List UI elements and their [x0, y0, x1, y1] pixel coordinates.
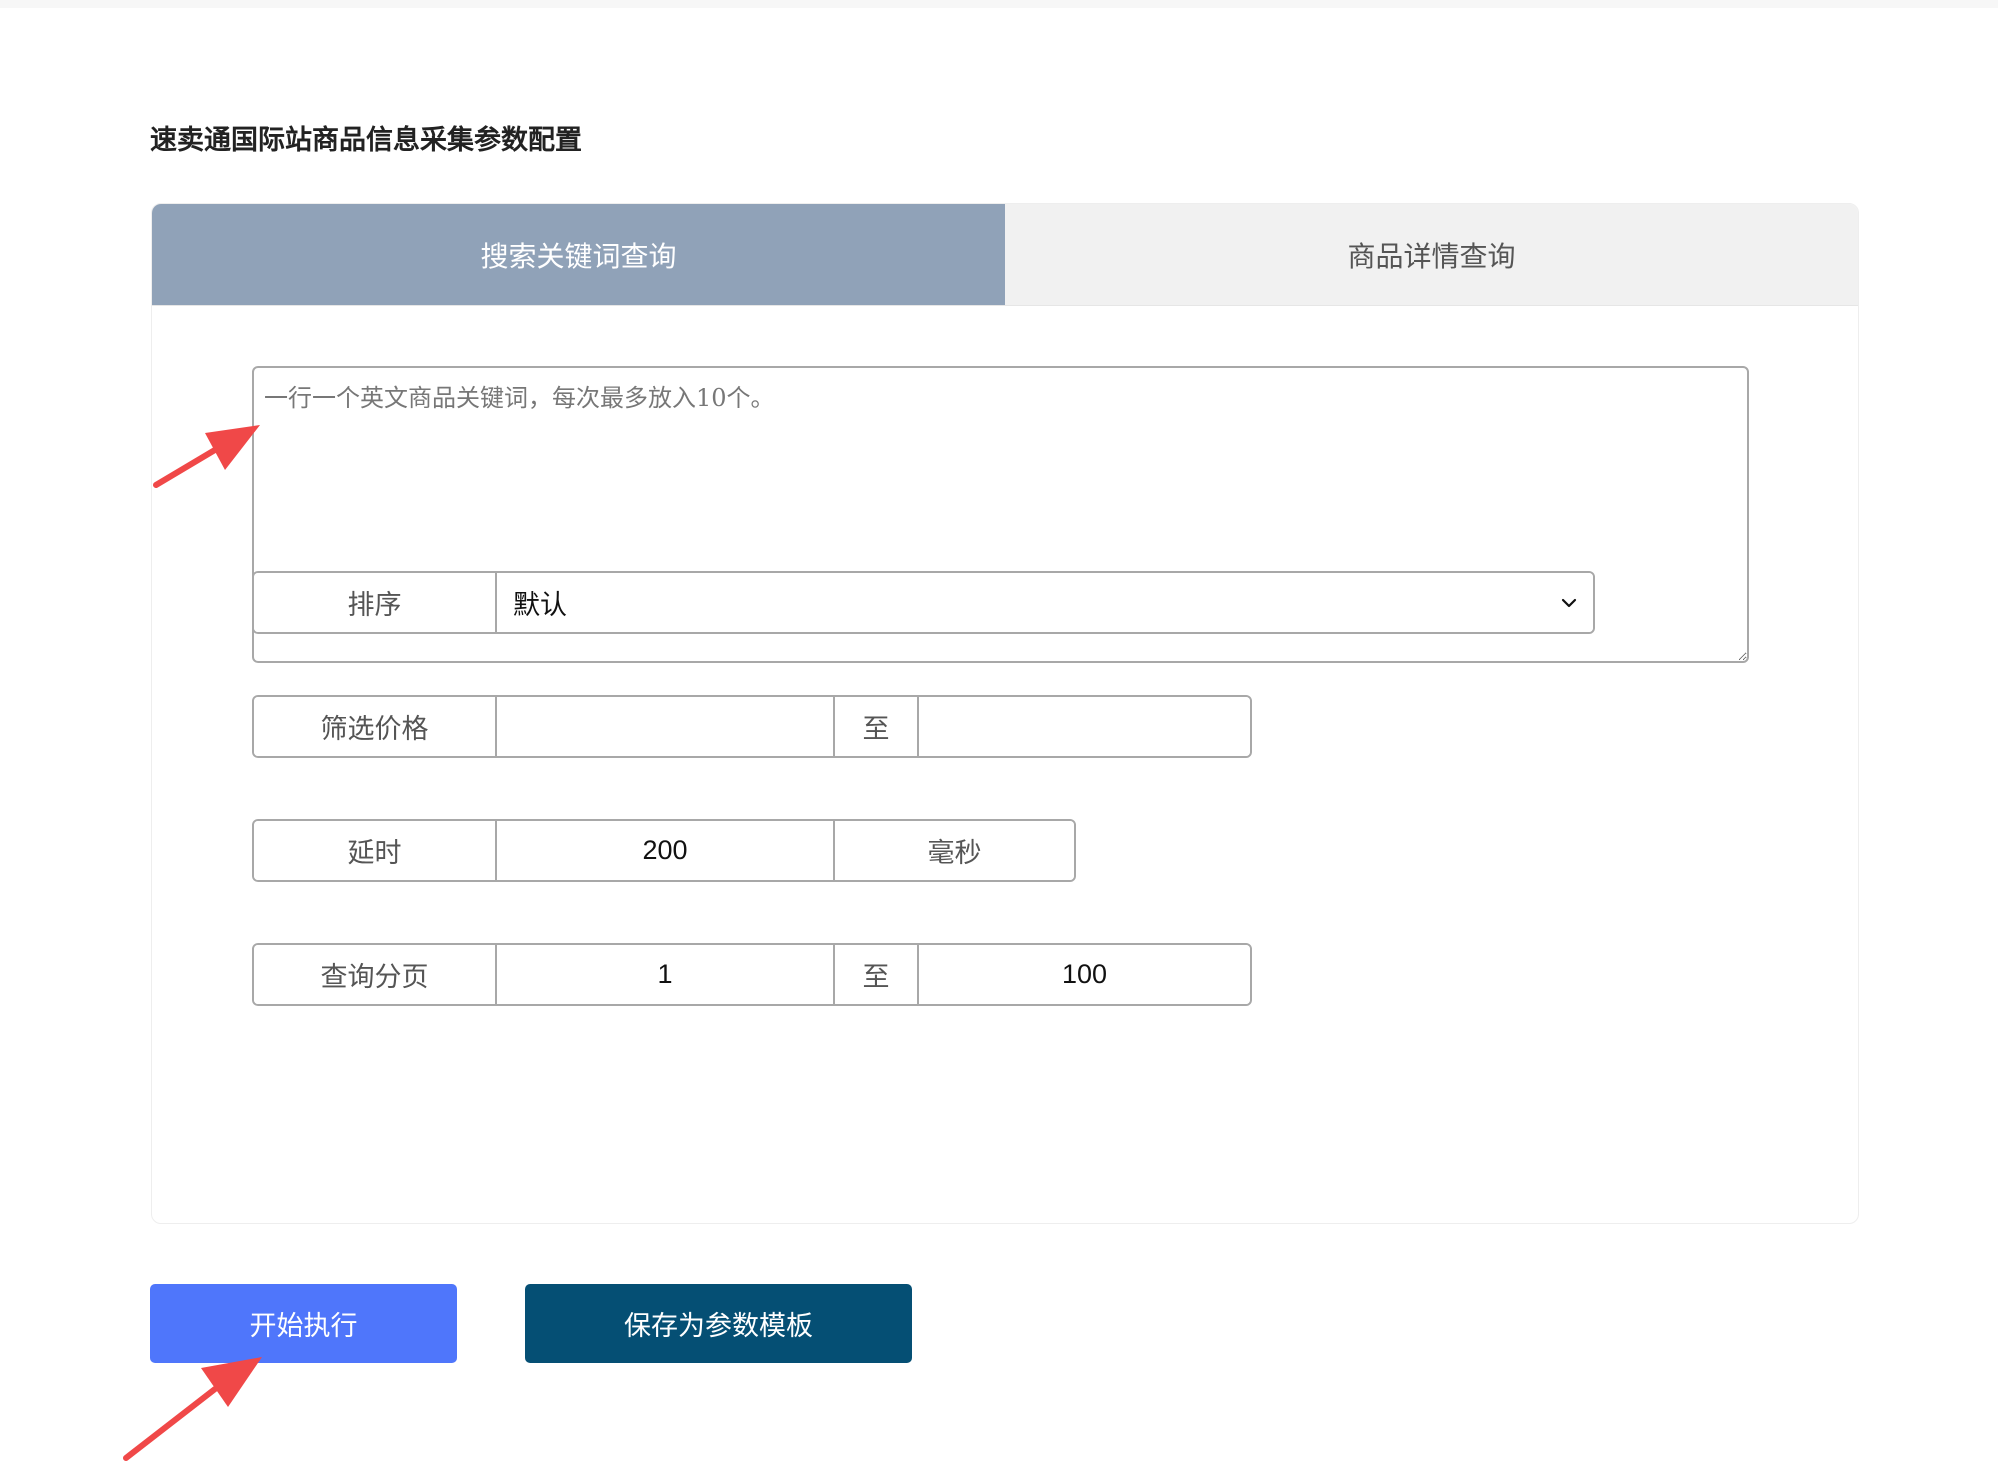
sort-label: 排序 — [254, 573, 497, 632]
page-to-input[interactable] — [919, 945, 1250, 1004]
start-button[interactable]: 开始执行 — [150, 1284, 457, 1363]
tab-keyword-search[interactable]: 搜索关键词查询 — [152, 204, 1005, 305]
price-min-input[interactable] — [497, 697, 833, 756]
delay-row: 延时 毫秒 — [252, 819, 1076, 882]
price-min-cell — [497, 697, 835, 756]
save-template-button[interactable]: 保存为参数模板 — [525, 1284, 912, 1363]
delay-label: 延时 — [254, 821, 497, 880]
price-filter-row: 筛选价格 至 — [252, 695, 1252, 758]
price-separator: 至 — [835, 697, 919, 756]
delay-value-cell — [497, 821, 835, 880]
chevron-down-icon — [1561, 598, 1577, 607]
page-to-cell — [919, 945, 1250, 1004]
page-from-input[interactable] — [497, 945, 833, 1004]
tab-bar: 搜索关键词查询 商品详情查询 — [152, 204, 1858, 306]
pagination-separator: 至 — [835, 945, 919, 1004]
price-max-cell — [919, 697, 1250, 756]
pagination-label: 查询分页 — [254, 945, 497, 1004]
delay-input[interactable] — [497, 821, 833, 880]
delay-unit: 毫秒 — [835, 821, 1074, 880]
page-from-cell — [497, 945, 835, 1004]
sort-select[interactable]: 默认 — [497, 573, 1593, 632]
config-panel: 搜索关键词查询 商品详情查询 排序 默认 筛选价格 至 延时 毫秒 查询分页 — [151, 203, 1859, 1224]
sort-row: 排序 默认 — [252, 571, 1595, 634]
arrow-icon — [123, 1357, 262, 1461]
page-title: 速卖通国际站商品信息采集参数配置 — [150, 125, 582, 156]
price-max-input[interactable] — [919, 697, 1250, 756]
tab-product-detail[interactable]: 商品详情查询 — [1005, 204, 1858, 305]
pagination-row: 查询分页 至 — [252, 943, 1252, 1006]
price-filter-label: 筛选价格 — [254, 697, 497, 756]
sort-selected-value: 默认 — [513, 590, 567, 621]
top-bar — [0, 0, 1998, 8]
